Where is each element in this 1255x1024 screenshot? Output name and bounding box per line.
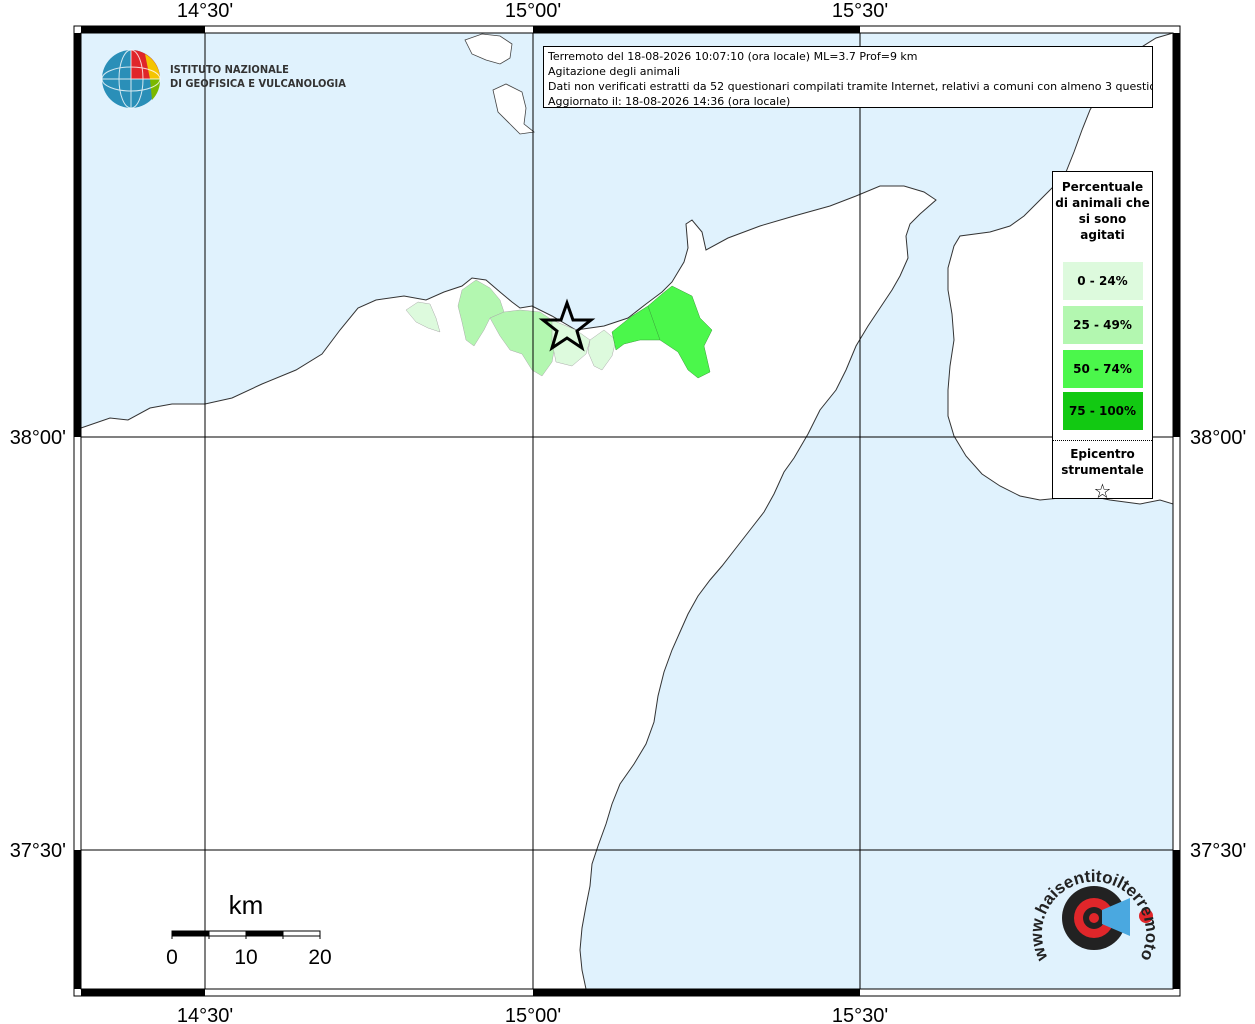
lon-tick-top: 15°00' [505,0,561,22]
scale-bar: km 0 10 20 [166,890,332,969]
legend-star-icon: ☆ [1093,479,1112,503]
lon-tick-bottom: 14°30' [177,1005,233,1024]
legend-class-50-74: 50 - 74% [1062,350,1143,388]
legend-class-0-24: 0 - 24% [1062,262,1143,300]
legend-separator [1053,440,1152,441]
ingv-globe-icon [101,49,161,109]
scale-label-10: 10 [234,946,257,969]
legend-epicenter-label: Epicentro strumentale [1061,447,1144,477]
lat-tick-right: 37°30' [1190,840,1246,862]
update-time: Aggiornato il: 18-08-2026 14:36 (ora loc… [548,95,791,108]
scale-label-20: 20 [308,946,331,969]
lat-tick-right: 38°00' [1190,427,1246,449]
lat-tick-left: 37°30' [10,840,66,862]
legend: Percentuale di animali che si sono agita… [1052,171,1153,503]
ingv-name-line2: DI GEOFISICA E VULCANOLOGIA [170,77,346,90]
event-title: Terremoto del 18-08-2026 10:07:10 (ora l… [548,50,918,63]
lon-tick-bottom: 15°00' [505,1005,561,1024]
event-info-box: Terremoto del 18-08-2026 10:07:10 (ora l… [543,46,1153,108]
scale-unit: km [229,890,264,920]
lon-tick-bottom: 15°30' [832,1005,888,1024]
legend-class-25-49: 25 - 49% [1062,306,1143,344]
data-disclaimer: Dati non verificati estratti da 52 quest… [548,80,1153,93]
ingv-name-line1: ISTITUTO NAZIONALE [170,63,289,76]
legend-class-75-100: 75 - 100% [1062,392,1143,430]
ingv-name: ISTITUTO NAZIONALE DI GEOFISICA E VULCAN… [170,63,346,91]
lon-tick-top: 15°30' [832,0,888,22]
legend-title: Percentuale di animali che si sono agita… [1055,180,1150,242]
map-subject: Agitazione degli animali [548,65,681,78]
haisentito-logo: www.haisentitoilterremoto.it [1030,858,1160,965]
lon-tick-top: 14°30' [177,0,233,22]
scale-label-0: 0 [166,946,178,969]
lat-tick-left: 38°00' [10,427,66,449]
